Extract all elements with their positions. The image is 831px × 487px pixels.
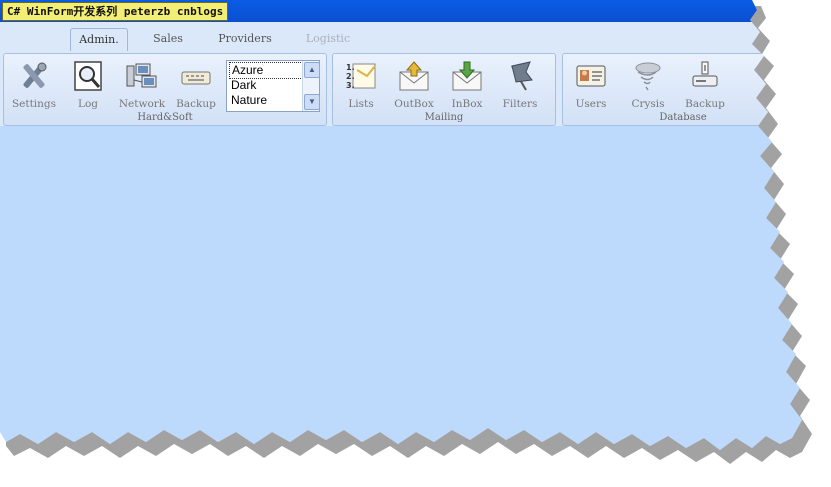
network-label: Network xyxy=(118,98,166,110)
backup-label: Backup xyxy=(176,98,216,110)
envelope-down-icon xyxy=(451,60,483,92)
svg-text:3.: 3. xyxy=(346,81,355,90)
outbox-label: OutBox xyxy=(394,98,434,110)
theme-listbox[interactable]: Azure Dark Nature ▲ ▼ xyxy=(226,60,320,112)
group-caption-mailing: Mailing xyxy=(424,112,464,123)
theme-scrollbar[interactable]: ▲ ▼ xyxy=(302,61,319,111)
users-button[interactable]: Users xyxy=(565,56,617,114)
db-backup-button[interactable]: Backup xyxy=(679,56,731,114)
crysis-label: Crysis xyxy=(631,98,665,110)
theme-item-nature[interactable]: Nature xyxy=(229,93,303,108)
log-label: Log xyxy=(77,98,98,110)
network-button[interactable]: Network xyxy=(116,56,168,114)
tornado-icon xyxy=(632,60,664,92)
drive-icon xyxy=(689,60,721,92)
settings-button[interactable]: Settings xyxy=(8,56,60,114)
filters-label: Filters xyxy=(502,98,538,110)
keyboard-icon xyxy=(180,60,212,92)
tab-providers[interactable]: Providers xyxy=(210,28,280,50)
lists-button[interactable]: 1. 2. 3. Lists xyxy=(335,56,387,114)
tab-logistic: Logistic xyxy=(305,32,351,45)
network-computers-icon xyxy=(126,60,158,92)
users-label: Users xyxy=(575,98,607,110)
lists-label: Lists xyxy=(348,98,374,110)
numbered-list-icon: 1. 2. 3. xyxy=(345,60,377,92)
group-caption-hardsoft: Hard&Soft xyxy=(137,112,193,123)
tools-icon xyxy=(18,60,50,92)
tab-strip: Admin. Sales Providers Logistic xyxy=(0,24,831,50)
magnifier-document-icon xyxy=(72,60,104,92)
svg-text:1.: 1. xyxy=(346,63,355,72)
filters-button[interactable]: Filters xyxy=(494,56,546,114)
inbox-button[interactable]: InBox xyxy=(441,56,493,114)
settings-label: Settings xyxy=(11,98,57,110)
envelope-up-icon xyxy=(398,60,430,92)
backup-button[interactable]: Backup xyxy=(170,56,222,114)
db-backup-label: Backup xyxy=(685,98,725,110)
scroll-down-icon[interactable]: ▼ xyxy=(304,94,320,110)
outbox-button[interactable]: OutBox xyxy=(388,56,440,114)
inbox-label: InBox xyxy=(451,98,483,110)
id-card-icon xyxy=(575,60,607,92)
scroll-up-icon[interactable]: ▲ xyxy=(304,62,320,78)
flag-icon xyxy=(504,60,536,92)
group-hardsoft: Settings Log Network Backup Azure Dark N… xyxy=(3,53,327,126)
app-window: C# WinForm开发系列 peterzb cnblogs Admin. Sa… xyxy=(0,0,831,483)
log-button[interactable]: Log xyxy=(62,56,114,114)
theme-item-dark[interactable]: Dark xyxy=(229,78,303,93)
tab-admin[interactable]: Admin. xyxy=(70,28,128,51)
group-mailing: 1. 2. 3. Lists OutBox InBox Filters Mail… xyxy=(332,53,556,126)
ribbon-panel: Settings Log Network Backup Azure Dark N… xyxy=(0,50,831,126)
crysis-button[interactable]: Crysis xyxy=(622,56,674,114)
main-content-area xyxy=(0,126,831,483)
window-title: C# WinForm开发系列 peterzb cnblogs xyxy=(2,2,228,21)
title-bar[interactable]: C# WinForm开发系列 peterzb cnblogs xyxy=(0,0,831,22)
theme-item-azure[interactable]: Azure xyxy=(229,62,305,79)
svg-text:2.: 2. xyxy=(346,72,355,81)
tab-sales[interactable]: Sales xyxy=(140,28,196,50)
